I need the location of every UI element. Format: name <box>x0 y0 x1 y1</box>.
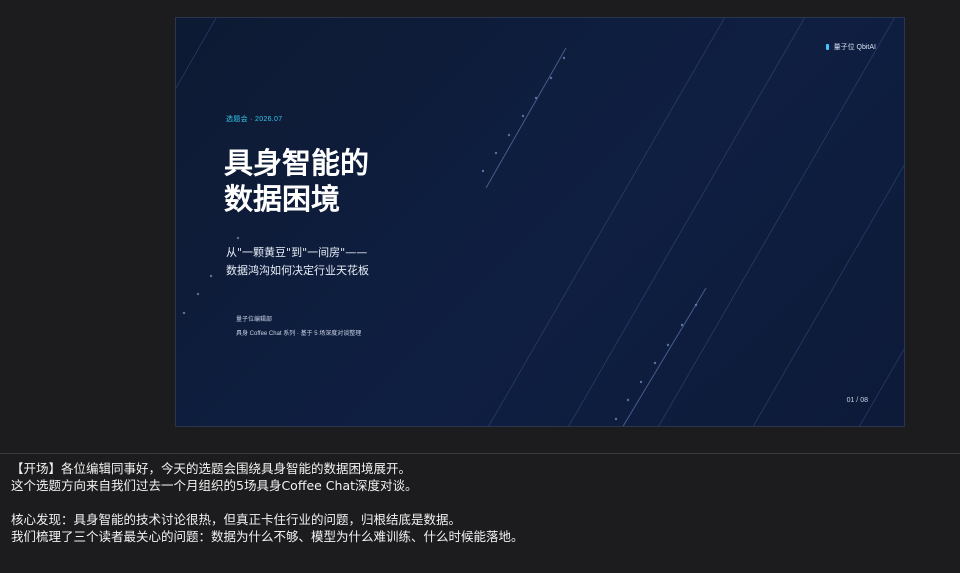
slide-title: 具身智能的 数据困境 <box>224 145 369 217</box>
slide-eyebrow: 选题会 · 2026.07 <box>226 116 283 123</box>
notes-spacer <box>11 494 951 511</box>
slide-title-line1: 具身智能的 <box>224 146 370 180</box>
slide-series: 具身 Coffee Chat 系列 · 基于 5 场深度对谈整理 <box>236 331 362 337</box>
page-number: 01 / 08 <box>846 397 868 404</box>
slide-preview[interactable]: 量子位 QbitAI 选题会 · 2026.07 具身智能的 数据困境 从"一颗… <box>175 17 905 427</box>
slide-author: 量子位编辑部 <box>236 317 273 323</box>
speaker-notes[interactable]: 【开场】各位编辑同事好，今天的选题会围绕具身智能的数据困境展开。 这个选题方向来… <box>11 460 951 545</box>
slide-subtitle: 从"一颗黄豆"到"一间房"—— 数据鸿沟如何决定行业天花板 <box>226 244 369 280</box>
slide-meta: 量子位编辑部 具身 Coffee Chat 系列 · 基于 5 场深度对谈整理 <box>236 313 361 341</box>
brand-logo: 量子位 QbitAI <box>825 42 876 52</box>
notes-divider[interactable] <box>0 453 960 454</box>
slide-subtitle-line1: 从"一颗黄豆"到"一间房"—— <box>226 246 368 259</box>
presentation-stage: 量子位 QbitAI 选题会 · 2026.07 具身智能的 数据困境 从"一颗… <box>0 0 960 453</box>
notes-line: 核心发现：具身智能的技术讨论很热，但真正卡住行业的问题，归根结底是数据。 <box>11 512 462 527</box>
notes-line: 这个选题方向来自我们过去一个月组织的5场具身Coffee Chat深度对谈。 <box>11 478 418 493</box>
brand-text: 量子位 QbitAI <box>833 44 876 51</box>
brand-icon <box>825 44 829 50</box>
slide-title-line2: 数据困境 <box>224 182 341 216</box>
slide-subtitle-line2: 数据鸿沟如何决定行业天花板 <box>226 264 369 277</box>
notes-line: 我们梳理了三个读者最关心的问题：数据为什么不够、模型为什么难训练、什么时候能落地… <box>11 529 524 544</box>
slide-decoration <box>176 18 904 426</box>
notes-line: 【开场】各位编辑同事好，今天的选题会围绕具身智能的数据困境展开。 <box>11 461 412 476</box>
